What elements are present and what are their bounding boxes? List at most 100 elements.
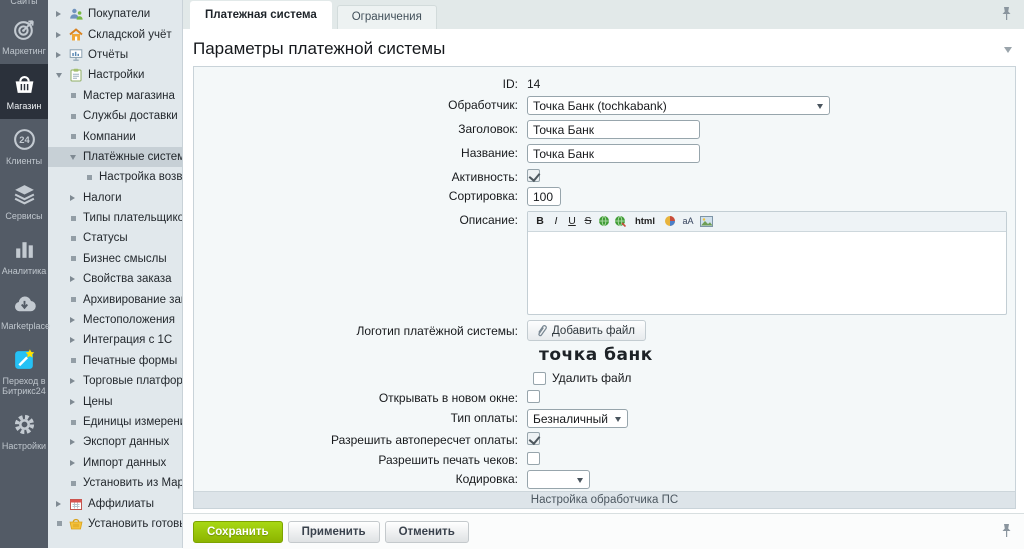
sidebar-item-1c-integration[interactable]: Интеграция с 1С — [48, 330, 182, 350]
expand-arrow-icon[interactable] — [70, 460, 83, 466]
sidebar-item-payment-systems[interactable]: Платёжные системы — [48, 147, 182, 167]
insert-link-icon[interactable] — [597, 213, 611, 230]
rail-item-shop[interactable]: Магазин — [0, 64, 48, 119]
pin-icon[interactable] — [1001, 523, 1012, 543]
form-row-description: Описание: B I U S html — [194, 211, 1015, 315]
expand-arrow-icon[interactable] — [56, 52, 69, 58]
collapse-arrow-icon[interactable] — [56, 69, 69, 81]
new-window-checkbox[interactable] — [527, 390, 540, 403]
sidebar-item-trade-platforms[interactable]: Торговые платформы — [48, 371, 182, 391]
expand-arrow-icon[interactable] — [56, 501, 69, 507]
sidebar-item-install-marketplace[interactable]: Установить из Маркетплейс — [48, 473, 182, 493]
italic-button[interactable]: I — [549, 213, 563, 230]
delete-file-checkbox[interactable] — [533, 372, 546, 385]
sidebar-item-print-forms[interactable]: Печатные формы — [48, 351, 182, 371]
sidebar-item-import[interactable]: Импорт данных — [48, 453, 182, 473]
bullet-icon — [70, 481, 83, 486]
apply-button[interactable]: Применить — [288, 521, 380, 543]
sidebar-item-business-meanings[interactable]: Бизнес смыслы — [48, 249, 182, 269]
shop-menu-sidebar: Покупатели Складской учёт Отчёты Настрой… — [48, 0, 183, 548]
auto-recalc-checkbox[interactable] — [527, 432, 540, 445]
form-row-encoding: Кодировка: — [194, 470, 1015, 489]
sidebar-item-settings[interactable]: Настройки — [48, 65, 182, 85]
expand-arrow-icon[interactable] — [56, 32, 69, 38]
payment-logo-image: точка банк — [539, 345, 653, 365]
sidebar-item-locations[interactable]: Местоположения — [48, 310, 182, 330]
expand-arrow-icon[interactable] — [70, 439, 83, 445]
sidebar-item-install-ready-shop[interactable]: Установить готовый магазин — [48, 514, 182, 534]
tab-payment-system[interactable]: Платежная система — [190, 1, 332, 29]
sidebar-item-refund-settings[interactable]: Настройка возвратов — [48, 167, 182, 187]
sidebar-item-shop-wizard[interactable]: Мастер магазина — [48, 86, 182, 106]
save-button[interactable]: Сохранить — [193, 521, 283, 543]
form-row-sort: Сортировка: — [194, 187, 1015, 206]
bold-button[interactable]: B — [533, 213, 547, 230]
expand-arrow-icon[interactable] — [70, 378, 83, 384]
payment-system-form: ID: 14 Обработчик: Точка Банк (tochkaban… — [193, 66, 1016, 509]
name-input[interactable] — [527, 144, 700, 163]
active-checkbox[interactable] — [527, 169, 540, 182]
expand-arrow-icon[interactable] — [56, 11, 69, 17]
rail-item-analytics[interactable]: Аналитика — [0, 229, 48, 284]
title-label: Заголовок: — [194, 120, 527, 139]
title-input[interactable] — [527, 120, 700, 139]
handler-select[interactable]: Точка Банк (tochkabank) — [527, 96, 830, 115]
pin-icon[interactable] — [1001, 6, 1012, 26]
rail-item-marketing[interactable]: Маркетинг — [0, 9, 48, 64]
sort-input[interactable] — [527, 187, 561, 206]
collapse-section-icon[interactable] — [1004, 47, 1012, 57]
handler-settings-section-bar[interactable]: Настройка обработчика ПС — [194, 491, 1015, 508]
description-label: Описание: — [194, 211, 527, 315]
form-footer: Сохранить Применить Отменить — [183, 513, 1024, 549]
bullet-icon — [70, 114, 83, 119]
sidebar-item-prices[interactable]: Цены — [48, 391, 182, 411]
text-color-icon[interactable] — [663, 213, 677, 230]
logo-label: Логотип платёжной системы: — [194, 320, 527, 341]
add-file-button[interactable]: Добавить файл — [527, 320, 646, 341]
sidebar-item-order-archiving[interactable]: Архивирование заказов — [48, 289, 182, 309]
sidebar-item-companies[interactable]: Компании — [48, 126, 182, 146]
expand-arrow-icon[interactable] — [70, 399, 83, 405]
expand-arrow-icon[interactable] — [70, 276, 83, 282]
sidebar-item-taxes[interactable]: Налоги — [48, 188, 182, 208]
sidebar-item-reports[interactable]: Отчёты — [48, 45, 182, 65]
remove-link-icon[interactable] — [613, 213, 627, 230]
rail-item-marketplace[interactable]: Marketplace — [0, 284, 48, 339]
cancel-button[interactable]: Отменить — [385, 521, 469, 543]
sidebar-item-buyers[interactable]: Покупатели — [48, 4, 182, 24]
pay-type-select[interactable]: Безналичный — [527, 409, 628, 428]
editor-body[interactable] — [528, 232, 1006, 314]
collapse-arrow-icon[interactable] — [70, 151, 83, 163]
expand-arrow-icon[interactable] — [70, 337, 83, 343]
rail-item-bitrix24[interactable]: Переход в Битрикс24 — [0, 339, 48, 404]
tab-restrictions[interactable]: Ограничения — [337, 5, 437, 29]
strike-button[interactable]: S — [581, 213, 595, 230]
bullet-icon — [70, 134, 83, 139]
expand-arrow-icon[interactable] — [70, 195, 83, 201]
rail-item-services[interactable]: Сервисы — [0, 174, 48, 229]
bullet-icon — [70, 256, 83, 261]
sidebar-item-warehouse[interactable]: Складской учёт — [48, 24, 182, 44]
rail-item-clients[interactable]: 24 Клиенты — [0, 119, 48, 174]
form-row-pay-type: Тип оплаты: Безналичный — [194, 409, 1015, 428]
encoding-select[interactable] — [527, 470, 590, 489]
expand-arrow-icon[interactable] — [70, 317, 83, 323]
sidebar-item-statuses[interactable]: Статусы — [48, 228, 182, 248]
rail-item-settings[interactable]: Настройки — [0, 404, 48, 459]
cloud-download-icon — [12, 292, 37, 317]
sidebar-item-units[interactable]: Единицы измерения — [48, 412, 182, 432]
form-row-id: ID: 14 — [194, 75, 1015, 91]
underline-button[interactable]: U — [565, 213, 579, 230]
html-mode-button[interactable]: html — [632, 213, 658, 230]
font-button[interactable]: aA — [679, 213, 697, 230]
sidebar-item-order-props[interactable]: Свойства заказа — [48, 269, 182, 289]
sidebar-item-affiliates[interactable]: Аффилиаты — [48, 493, 182, 513]
print-check-checkbox[interactable] — [527, 452, 540, 465]
auto-recalc-label: Разрешить автопересчет оплаты: — [194, 431, 527, 447]
description-editor[interactable]: B I U S html — [527, 211, 1007, 315]
rail-item-partial[interactable]: Сайты — [0, 0, 48, 9]
sidebar-item-delivery[interactable]: Службы доставки — [48, 106, 182, 126]
sidebar-item-export[interactable]: Экспорт данных — [48, 432, 182, 452]
sidebar-item-payer-types[interactable]: Типы плательщиков — [48, 208, 182, 228]
insert-image-icon[interactable] — [699, 213, 713, 230]
